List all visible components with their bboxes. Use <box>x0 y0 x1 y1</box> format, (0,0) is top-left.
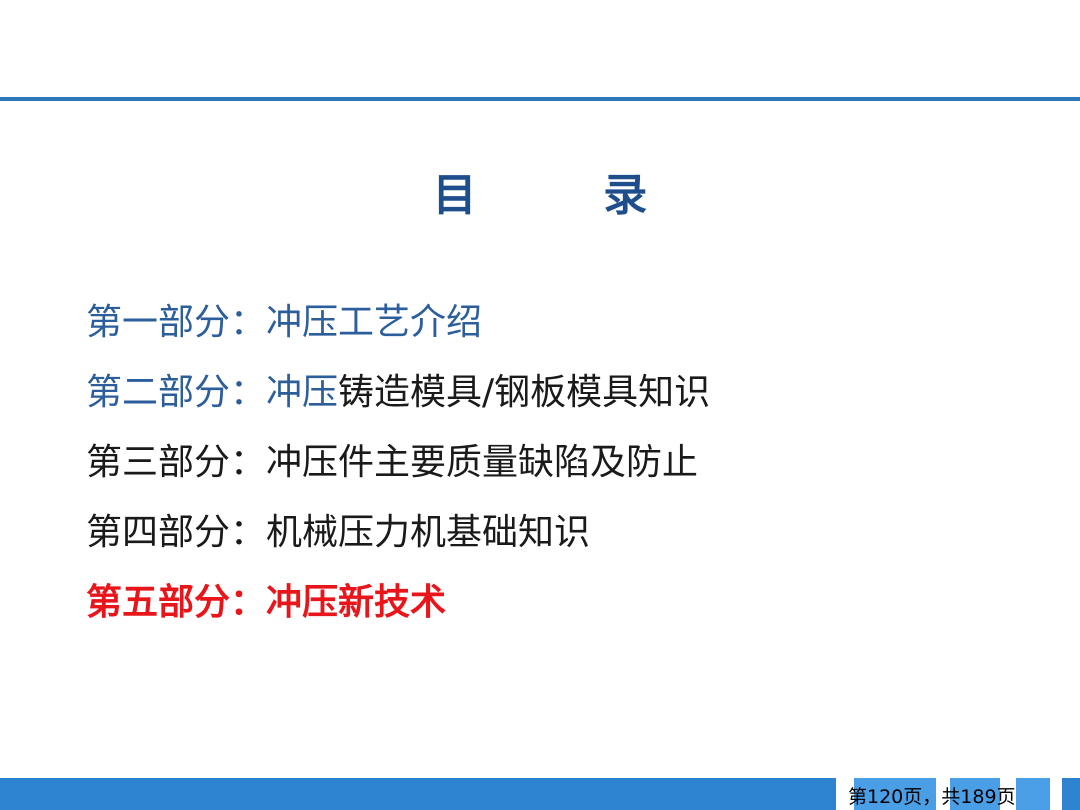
header-divider <box>0 97 1080 101</box>
toc-topic: 机械压力机基础知识 <box>266 512 591 553</box>
toc-topic: 冲压件主要质量缺陷及防止 <box>266 442 699 483</box>
footer-divider <box>1050 778 1062 810</box>
toc-part-label: 第四部分： <box>86 512 267 553</box>
toc-topic: 冲压新技术 <box>266 582 447 623</box>
toc-part-label: 第二部分： <box>86 372 267 413</box>
footer-decoration <box>1016 778 1050 810</box>
toc-item-part-2: 第二部分：冲压铸造模具/钢板模具知识 <box>86 364 710 434</box>
toc-topic: 冲压工艺介绍 <box>266 302 483 343</box>
toc-item-part-3: 第三部分：冲压件主要质量缺陷及防止 <box>86 434 710 504</box>
toc-part-label: 第一部分： <box>86 302 267 343</box>
toc-topic-extra: 铸造模具/钢板模具知识 <box>338 372 711 413</box>
page-counter: 第120页，共189页 <box>848 786 1016 808</box>
table-of-contents: 第一部分：冲压工艺介绍 第二部分：冲压铸造模具/钢板模具知识 第三部分：冲压件主… <box>86 294 710 644</box>
toc-part-label: 第五部分： <box>86 582 267 623</box>
slide-title: 目 录 <box>432 170 680 221</box>
toc-item-part-1: 第一部分：冲压工艺介绍 <box>86 294 710 364</box>
toc-topic: 冲压 <box>266 372 339 413</box>
toc-item-part-4: 第四部分：机械压力机基础知识 <box>86 504 710 574</box>
toc-item-part-5: 第五部分：冲压新技术 <box>86 574 710 644</box>
toc-part-label: 第三部分： <box>86 442 267 483</box>
